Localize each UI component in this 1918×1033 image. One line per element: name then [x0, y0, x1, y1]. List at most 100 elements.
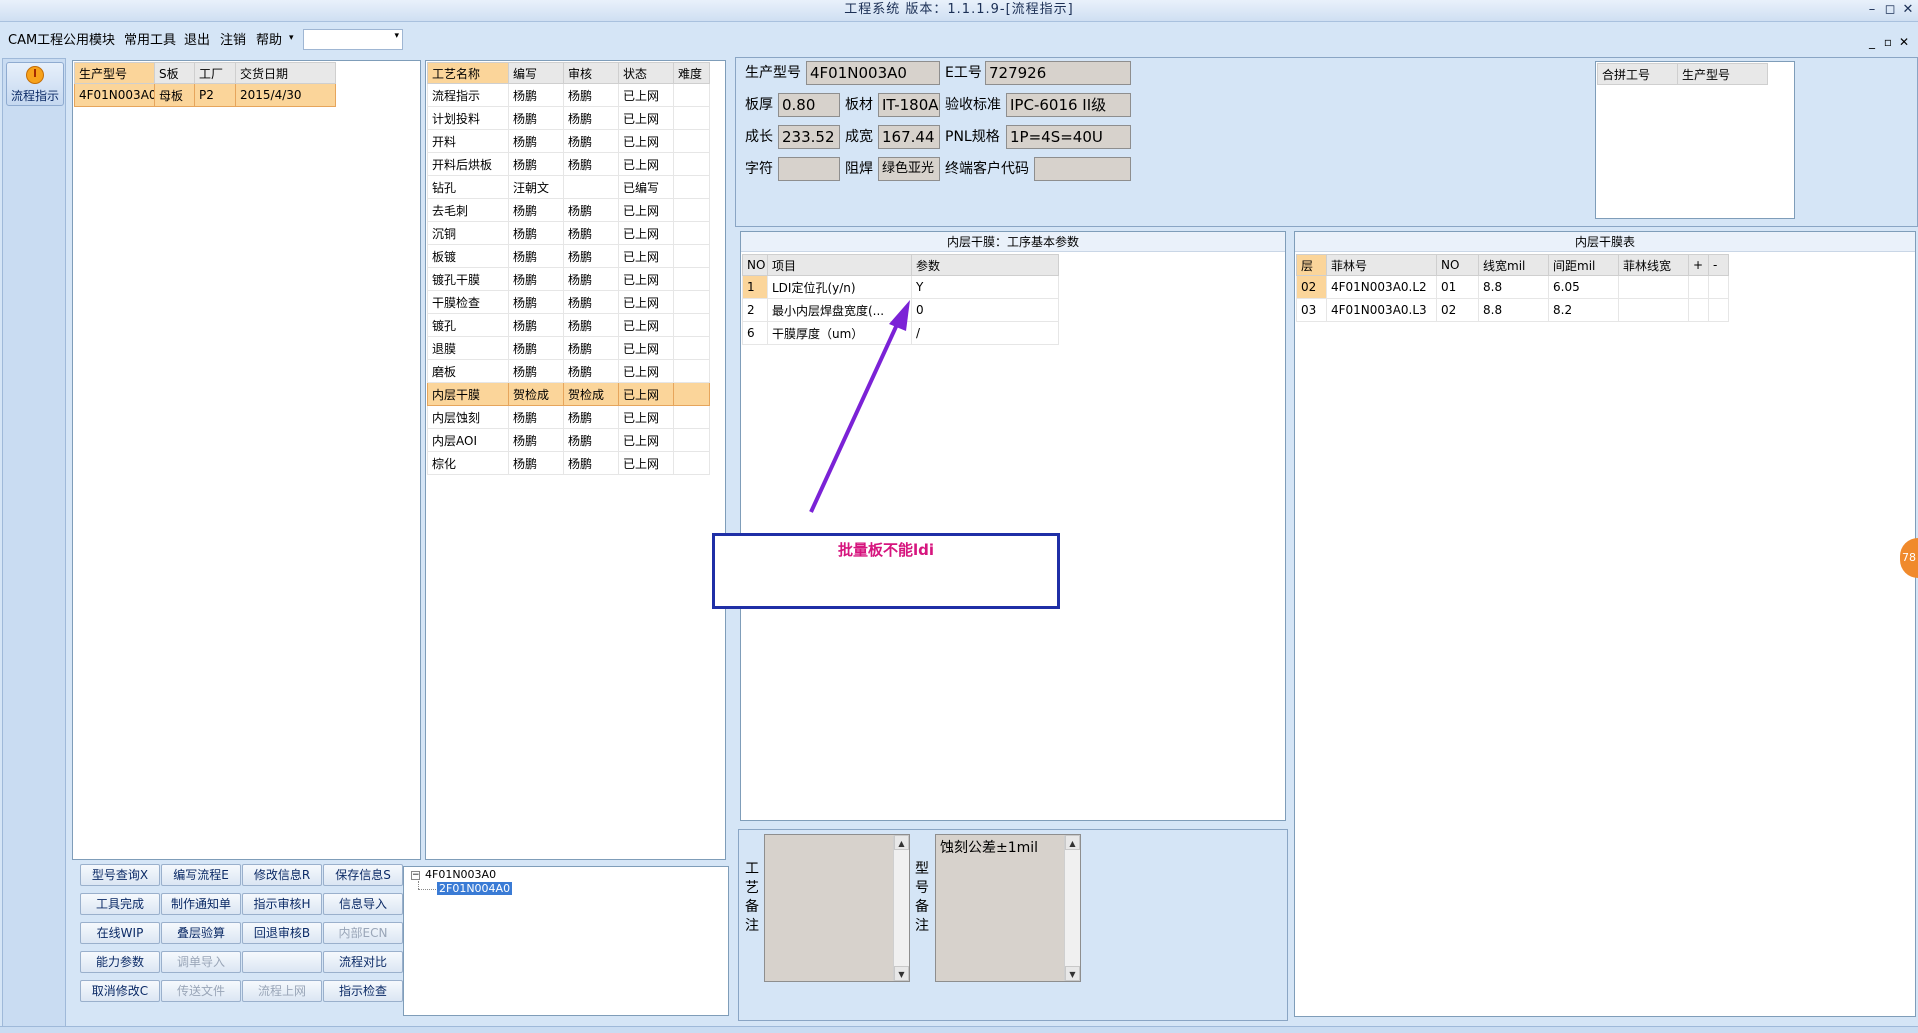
mdi-close-icon[interactable]: ✕ [1896, 34, 1912, 50]
table-row[interactable]: 镀孔干膜 杨鹏 杨鹏 已上网 [427, 267, 710, 291]
table-row[interactable]: 退膜 杨鹏 杨鹏 已上网 [427, 336, 710, 360]
mdi-minimize-icon[interactable]: _ [1864, 34, 1880, 50]
col-spacing[interactable]: 间距mil [1548, 254, 1619, 276]
table-row[interactable]: 内层AOI 杨鹏 杨鹏 已上网 [427, 428, 710, 452]
flow-indicator-button[interactable]: 流程指示 [6, 62, 64, 106]
table-row[interactable]: 流程指示 杨鹏 杨鹏 已上网 [427, 83, 710, 107]
table-row[interactable]: 板镀 杨鹏 杨鹏 已上网 [427, 244, 710, 268]
table-row[interactable]: 棕化 杨鹏 杨鹏 已上网 [427, 451, 710, 475]
action-button-0-0[interactable]: 型号查询X [80, 864, 160, 886]
menu-logout[interactable]: 注销 [220, 32, 246, 50]
menu-combo[interactable]: ▾ [303, 29, 403, 50]
soldermask-field[interactable]: 绿色亚光 [878, 157, 940, 181]
col-item[interactable]: 项目 [767, 254, 912, 276]
menu-exit[interactable]: 退出 [184, 32, 210, 50]
menu-help[interactable]: 帮助 [256, 32, 282, 50]
pnl-field[interactable]: 1P=4S=40U [1006, 125, 1131, 149]
minimize-button[interactable]: – [1862, 1, 1882, 19]
length-field[interactable]: 233.52 [778, 125, 840, 149]
table-row[interactable]: 去毛刺 杨鹏 杨鹏 已上网 [427, 198, 710, 222]
action-button-3-3[interactable]: 流程对比 [323, 951, 403, 973]
action-button-0-1[interactable]: 编写流程E [161, 864, 241, 886]
standard-field[interactable]: IPC-6016 II级 [1006, 93, 1131, 117]
add-row-button[interactable]: + [1688, 254, 1709, 276]
col-film-no[interactable]: 菲林号 [1326, 254, 1437, 276]
customer-code-field[interactable] [1034, 157, 1131, 181]
action-button-1-1[interactable]: 制作通知单 [161, 893, 241, 915]
table-row[interactable]: 4F01N003A0 母板 P2 2015/4/30 [74, 83, 336, 107]
table-row[interactable]: 1 LDI定位孔(y/n) Y [742, 275, 1059, 299]
material-field[interactable]: IT-180A [878, 93, 940, 117]
col-reviewer[interactable]: 审核 [563, 62, 619, 84]
action-button-3-0[interactable]: 能力参数 [80, 951, 160, 973]
col-s-board[interactable]: S板 [154, 62, 195, 84]
col-process-name[interactable]: 工艺名称 [427, 62, 509, 84]
e-number-field[interactable]: 727926 [985, 61, 1131, 85]
thickness-field[interactable]: 0.80 [778, 93, 840, 117]
col-writer[interactable]: 编写 [508, 62, 564, 84]
scrollbar[interactable]: ▲ ▼ [893, 835, 909, 981]
table-row[interactable]: 开料后烘板 杨鹏 杨鹏 已上网 [427, 152, 710, 176]
action-button-4-1[interactable]: 传送文件 [161, 980, 241, 1002]
scroll-down-icon[interactable]: ▼ [894, 966, 909, 981]
table-row[interactable]: 6 干膜厚度（um） / [742, 321, 1059, 345]
table-row[interactable]: 镀孔 杨鹏 杨鹏 已上网 [427, 313, 710, 337]
col-factory[interactable]: 工厂 [194, 62, 236, 84]
character-field[interactable] [778, 157, 840, 181]
scroll-down-icon[interactable]: ▼ [1065, 966, 1080, 981]
table-row[interactable]: 02 4F01N003A0.L2 01 8.8 6.05 [1296, 275, 1729, 299]
tree-child[interactable]: 2F01N004A0 [437, 882, 513, 895]
param-cell[interactable]: Y [911, 275, 1059, 299]
scrollbar[interactable]: ▲ ▼ [1064, 835, 1080, 981]
menu-tools[interactable]: 常用工具 [124, 32, 176, 50]
param-cell[interactable]: 0 [911, 298, 1059, 322]
col-merge-model[interactable]: 生产型号 [1677, 63, 1768, 85]
col-delivery[interactable]: 交货日期 [235, 62, 336, 84]
col-no[interactable]: NO [1436, 254, 1479, 276]
param-cell[interactable]: / [911, 321, 1059, 345]
col-no[interactable]: NO [742, 254, 768, 276]
action-button-2-1[interactable]: 叠层验算 [161, 922, 241, 944]
width-field[interactable]: 167.44 [878, 125, 940, 149]
action-button-1-3[interactable]: 信息导入 [323, 893, 403, 915]
action-button-4-2[interactable]: 流程上网 [242, 980, 322, 1002]
table-row[interactable]: 计划投料 杨鹏 杨鹏 已上网 [427, 106, 710, 130]
menu-cam[interactable]: CAM工程 [8, 32, 63, 50]
col-merge-no[interactable]: 合拼工号 [1597, 63, 1678, 85]
action-button-1-2[interactable]: 指示审核H [242, 893, 322, 915]
menu-common-module[interactable]: 公用模块 [63, 32, 115, 50]
scroll-up-icon[interactable]: ▲ [894, 835, 909, 850]
action-button-0-3[interactable]: 保存信息S [323, 864, 403, 886]
col-status[interactable]: 状态 [618, 62, 674, 84]
table-row[interactable]: 沉铜 杨鹏 杨鹏 已上网 [427, 221, 710, 245]
action-button-0-2[interactable]: 修改信息R [242, 864, 322, 886]
action-button-2-0[interactable]: 在线WIP [80, 922, 160, 944]
mdi-restore-icon[interactable]: ▫ [1880, 34, 1896, 50]
table-row[interactable]: 03 4F01N003A0.L3 02 8.8 8.2 [1296, 298, 1729, 322]
action-button-4-3[interactable]: 指示检查 [323, 980, 403, 1002]
model-remark-textarea[interactable]: 蚀刻公差±1mil ▲ ▼ [935, 834, 1081, 982]
tree-collapse-icon[interactable]: − [411, 871, 420, 880]
table-row[interactable]: 2 最小内层焊盘宽度(... 0 [742, 298, 1059, 322]
action-button-2-3[interactable]: 内部ECN [323, 922, 403, 944]
col-film-line-width[interactable]: 菲林线宽 [1618, 254, 1689, 276]
remove-row-button[interactable]: - [1708, 254, 1729, 276]
col-model[interactable]: 生产型号 [74, 62, 155, 84]
help-dropdown-icon[interactable]: ▾ [289, 33, 294, 43]
process-remark-textarea[interactable]: ▲ ▼ [764, 834, 910, 982]
table-row[interactable]: 内层干膜 贺检成 贺检成 已上网 [427, 382, 710, 406]
table-row[interactable]: 钻孔 汪朝文 已编写 [427, 175, 710, 199]
col-layer[interactable]: 层 [1296, 254, 1327, 276]
model-field[interactable]: 4F01N003A0 [806, 61, 940, 85]
tree-root[interactable]: 4F01N003A0 [425, 868, 496, 881]
action-button-3-1[interactable]: 调单导入 [161, 951, 241, 973]
action-button-4-0[interactable]: 取消修改C [80, 980, 160, 1002]
action-button-3-2[interactable] [242, 951, 322, 973]
close-button[interactable]: ✕ [1898, 1, 1918, 19]
action-button-1-0[interactable]: 工具完成 [80, 893, 160, 915]
scroll-up-icon[interactable]: ▲ [1065, 835, 1080, 850]
table-row[interactable]: 干膜检查 杨鹏 杨鹏 已上网 [427, 290, 710, 314]
col-line-width[interactable]: 线宽mil [1478, 254, 1549, 276]
restore-button[interactable]: ◻ [1880, 1, 1900, 19]
col-param[interactable]: 参数 [911, 254, 1059, 276]
